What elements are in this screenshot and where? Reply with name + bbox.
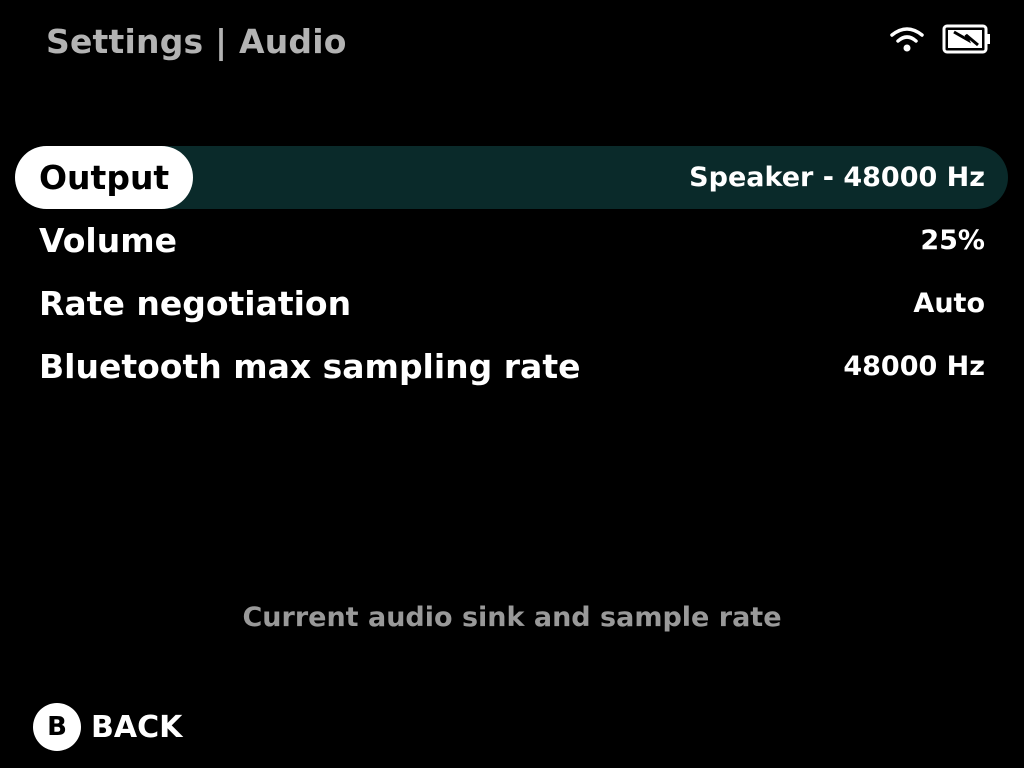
back-label: BACK: [91, 709, 183, 745]
back-button[interactable]: B BACK: [33, 703, 182, 751]
wifi-icon: [890, 25, 924, 53]
status-bar: [890, 24, 992, 54]
menu-item-label: Volume: [39, 221, 177, 260]
menu-item-label: Bluetooth max sampling rate: [39, 347, 581, 386]
menu-item-value: 25%: [920, 225, 985, 256]
menu-item-value: Speaker - 48000 Hz: [689, 162, 985, 193]
menu-item-value: Auto: [913, 288, 985, 319]
menu-item-output[interactable]: Output Speaker - 48000 Hz: [15, 146, 1008, 209]
page-title: Settings | Audio: [46, 22, 347, 61]
hint-text: Current audio sink and sample rate: [242, 602, 782, 633]
menu-item-volume[interactable]: Volume 25%: [15, 209, 1008, 272]
menu-item-label: Rate negotiation: [39, 284, 352, 323]
menu-item-bluetooth-max-sampling-rate[interactable]: Bluetooth max sampling rate 48000 Hz: [15, 335, 1008, 398]
battery-charging-icon: [942, 24, 992, 54]
menu-item-rate-negotiation[interactable]: Rate negotiation Auto: [15, 272, 1008, 335]
b-button-icon: B: [33, 703, 81, 751]
settings-menu: Output Speaker - 48000 Hz Volume 25% Rat…: [15, 146, 1008, 398]
menu-item-value: 48000 Hz: [843, 351, 985, 382]
menu-item-label: Output: [15, 146, 194, 209]
